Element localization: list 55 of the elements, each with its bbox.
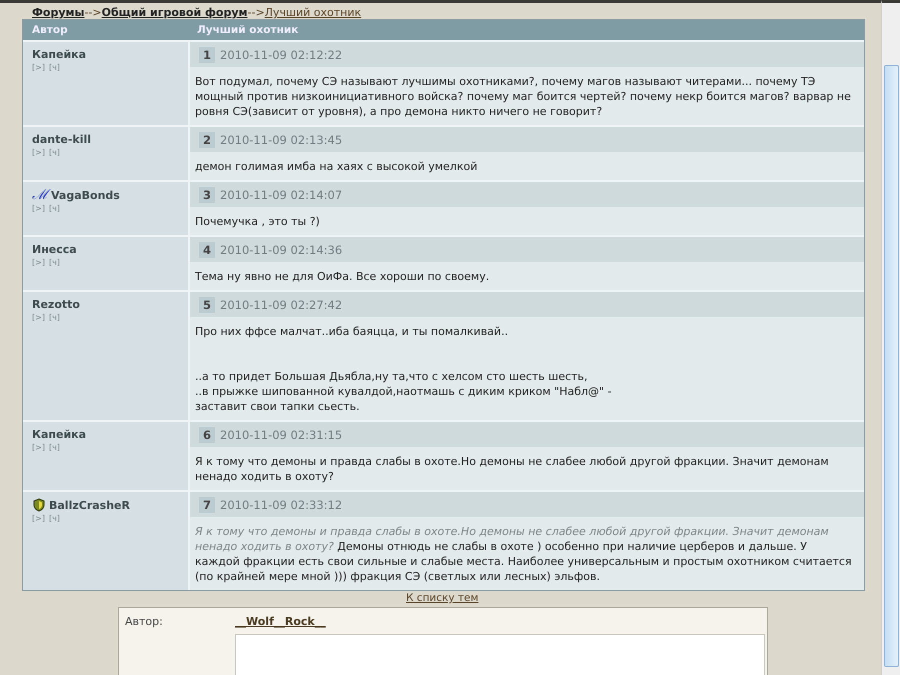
scrollbar[interactable] xyxy=(881,0,900,675)
post-number: 1 xyxy=(199,46,216,62)
breadcrumb-separator: --> xyxy=(248,6,265,19)
author-name: BallzCrasheR xyxy=(49,498,130,512)
post-text: Я к тому что демоны и правда слабы в охоте.Но демоны не слабее любой другой фракции. Значит демонам ненадо ходить в охоту? Демоны отнюдь не слабы в охоте ) особенно при наличие церберов и дальше. У каждой фракции есть свои сильные и слабые места. Наиболее универсальным и простым охотником считается (по крайней мере мной ))) фракция СЭ (светлых или лесных) эльфов. xyxy=(194,524,853,585)
post-text: Почемучка , это ты ?) xyxy=(194,214,321,230)
post-text: Вот подумал, почему СЭ называют лучшимы охотниками?, почему магов называют читерами... почему ТЭ мощный против низкоинициативного войска? почему маг боится чертей? почему некр боится магов? варвар не ровня СЭ(зависит от уровня), а про демона никто ничего не говорит? xyxy=(194,74,852,120)
breadcrumb-link[interactable]: Форумы xyxy=(32,6,84,19)
breadcrumb-link[interactable]: Общий игровой форум xyxy=(102,6,248,19)
author-link[interactable]: [>] xyxy=(32,313,45,322)
author-link[interactable]: [>] xyxy=(32,63,45,72)
post-number: 3 xyxy=(199,186,216,202)
back-link[interactable]: К списку тем xyxy=(406,592,478,604)
post-number: 7 xyxy=(199,496,216,512)
post-number: 2 xyxy=(199,132,216,148)
author-link[interactable]: [ч] xyxy=(48,204,60,213)
post-time: 2010-11-09 02:31:15 xyxy=(220,428,342,442)
post-time: 2010-11-09 02:14:07 xyxy=(220,188,342,202)
column-header: Лучший охотник xyxy=(190,20,864,40)
post-text: демон голимая имба на хаях с высокой умелкой xyxy=(194,159,478,175)
post-time: 2010-11-09 02:27:42 xyxy=(220,298,342,312)
author-name: VagaBonds xyxy=(51,188,120,202)
post-time: 2010-11-09 02:33:12 xyxy=(220,498,342,512)
author-name: dante-kill xyxy=(32,133,92,146)
author-link[interactable]: [ч] xyxy=(48,148,60,157)
post-text: Я к тому что демоны и правда слабы в охоте.Но демоны не слабее любой другой фракции. Значит демонам ненадо ходить в охоту? xyxy=(194,454,830,485)
column-header: Автор xyxy=(23,20,190,40)
author-name: Инесса xyxy=(32,243,77,256)
post-time: 2010-11-09 02:14:36 xyxy=(220,242,342,256)
author-link[interactable]: [ч] xyxy=(48,443,60,452)
author-link[interactable]: [>] xyxy=(32,258,45,267)
post-time: 2010-11-09 02:12:22 xyxy=(220,48,342,62)
author-link[interactable]: [>] xyxy=(32,443,45,452)
author-name: Капейка xyxy=(32,428,86,441)
author-link[interactable]: [ч] xyxy=(48,258,60,267)
post-text: Тема ну явно не для ОиФа. Все хороши по своему. xyxy=(194,269,490,285)
author-link[interactable]: [ч] xyxy=(48,63,60,72)
author-link[interactable]: [ч] xyxy=(48,514,60,523)
post-number: 4 xyxy=(199,242,216,258)
post-text: Про них ффсе малчат..иба баяцца, и ты помалкивай.. ..а то придет Большая Дьябла,ну та,что с хелсом сто шесть шесть, ..в прыжке шипованной кувалдой,наотмашь с диким криком "Набл@" - заставит свои тапки сьесть. xyxy=(194,324,613,415)
author-name: Капейка xyxy=(32,48,86,61)
author-link[interactable]: [ч] xyxy=(48,313,60,322)
breadcrumb-link[interactable]: Лучший охотник xyxy=(264,6,362,19)
author-name: __Wolf__Rock__ xyxy=(235,615,327,628)
author-name: Rezotto xyxy=(32,298,80,311)
author-link[interactable]: [>] xyxy=(32,514,45,523)
post-number: 6 xyxy=(199,426,216,442)
breadcrumb-separator: --> xyxy=(84,6,102,19)
shield-icon xyxy=(32,498,46,512)
scrollbar-thumb[interactable] xyxy=(884,65,898,667)
post-time: 2010-11-09 02:13:45 xyxy=(220,132,342,146)
post-number: 5 xyxy=(199,296,216,312)
author-label: Автор: xyxy=(125,615,164,628)
author-link[interactable]: [>] xyxy=(32,148,45,157)
author-link[interactable]: [>] xyxy=(32,204,45,213)
